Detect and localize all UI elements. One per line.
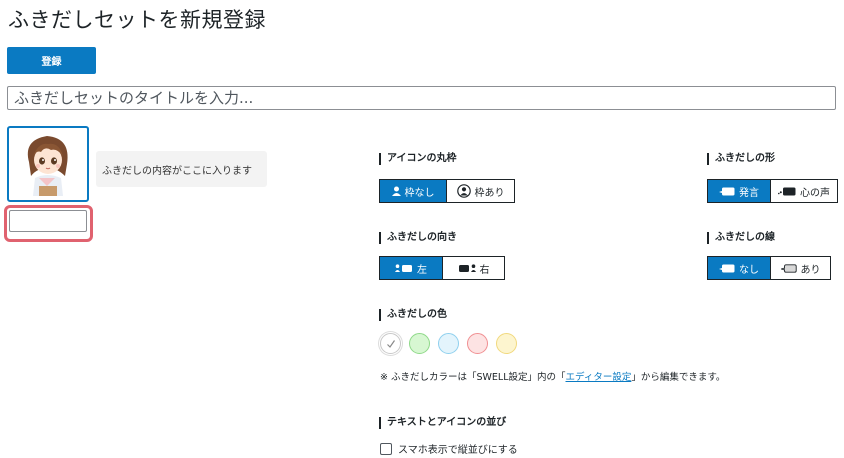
icon-frame-option-label: 枠なし bbox=[404, 187, 435, 199]
direction-toggle: 左 右 bbox=[379, 256, 505, 280]
shape-option-thought[interactable]: 心の声 bbox=[770, 180, 837, 202]
vertical-layout-option[interactable]: スマホ表示で縦並びにする bbox=[380, 441, 518, 456]
editor-settings-link[interactable]: エディター設定 bbox=[566, 372, 632, 383]
direction-option-left[interactable]: 左 bbox=[380, 257, 442, 279]
person-circle-icon bbox=[456, 184, 471, 198]
border-option-line[interactable]: あり bbox=[770, 257, 830, 279]
bubble-no-border-icon bbox=[719, 264, 735, 272]
shape-toggle: 発言 心の声 bbox=[707, 179, 838, 203]
vertical-layout-checkbox-label: スマホ表示で縦並びにする bbox=[398, 445, 518, 456]
border-label: ふきだしの線 bbox=[707, 232, 775, 244]
person-icon bbox=[391, 186, 401, 196]
border-option-label: なし bbox=[739, 264, 759, 276]
border-toggle: なし あり bbox=[707, 256, 831, 280]
color-note: ※ ふきだしカラーは「SWELL設定」内の「エディター設定」から編集できます。 bbox=[380, 369, 725, 383]
icon-frame-label: アイコンの丸枠 bbox=[379, 153, 457, 165]
vertical-layout-checkbox[interactable] bbox=[380, 442, 392, 455]
bubble-border-icon bbox=[780, 263, 797, 273]
speech-bubble-preview: ふきだしの内容がここに入ります bbox=[96, 151, 267, 187]
layout-label: テキストとアイコンの並び bbox=[379, 417, 506, 429]
icon-frame-option-circle[interactable]: 枠あり bbox=[446, 180, 514, 202]
speech-bubble-icon bbox=[719, 187, 735, 195]
color-label: ふきだしの色 bbox=[379, 309, 447, 321]
page-title: ふきだしセットを新規登録 bbox=[8, 8, 266, 32]
shape-label: ふきだしの形 bbox=[707, 153, 775, 165]
icon-name-input[interactable] bbox=[9, 210, 87, 232]
color-swatch-red[interactable] bbox=[467, 333, 488, 354]
direction-option-label: 左 bbox=[417, 264, 427, 276]
avatar[interactable] bbox=[7, 126, 89, 202]
border-option-none[interactable]: なし bbox=[708, 257, 770, 279]
color-swatch-blue[interactable] bbox=[438, 333, 459, 354]
icon-frame-toggle: 枠なし 枠あり bbox=[379, 179, 515, 203]
color-swatch-green[interactable] bbox=[409, 333, 430, 354]
color-swatch-group bbox=[380, 333, 517, 354]
color-note-suffix: 」から編集できます。 bbox=[631, 372, 726, 383]
shape-option-speech[interactable]: 発言 bbox=[708, 180, 770, 202]
avatar-image bbox=[27, 136, 68, 196]
person-bubble-left-icon bbox=[395, 263, 412, 272]
title-input[interactable] bbox=[7, 86, 836, 110]
direction-label: ふきだしの向き bbox=[379, 232, 457, 244]
thought-bubble-icon bbox=[778, 187, 796, 195]
color-swatch-yellow[interactable] bbox=[496, 333, 517, 354]
direction-option-label: 右 bbox=[479, 264, 490, 276]
direction-option-right[interactable]: 右 bbox=[442, 257, 504, 279]
register-button[interactable]: 登録 bbox=[7, 47, 96, 74]
shape-option-label: 心の声 bbox=[800, 187, 830, 199]
check-icon bbox=[386, 339, 395, 348]
color-swatch-default[interactable] bbox=[380, 333, 401, 354]
bubble-person-right-icon bbox=[458, 263, 476, 272]
border-option-label: あり bbox=[800, 264, 821, 276]
shape-option-label: 発言 bbox=[739, 187, 759, 199]
icon-frame-option-none[interactable]: 枠なし bbox=[380, 180, 446, 202]
icon-frame-option-label: 枠あり bbox=[474, 187, 505, 199]
color-note-prefix: ※ ふきだしカラーは「SWELL設定」内の「 bbox=[380, 372, 566, 383]
